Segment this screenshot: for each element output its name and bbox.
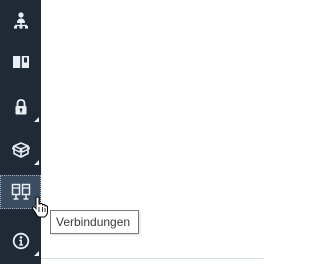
sidebar-item-packages[interactable] xyxy=(0,133,41,167)
content-divider xyxy=(41,258,263,259)
lock-icon xyxy=(15,99,26,115)
package-icon xyxy=(11,142,30,158)
sidebar-item-security[interactable] xyxy=(0,90,41,124)
info-icon xyxy=(12,232,29,250)
sidebar-rail xyxy=(0,0,41,264)
hierarchy-user-icon xyxy=(13,12,28,29)
tooltip: Verbindungen xyxy=(50,210,139,234)
book-icon xyxy=(12,56,29,68)
submenu-indicator xyxy=(34,160,39,165)
sidebar-item-organization[interactable] xyxy=(0,3,41,37)
submenu-indicator xyxy=(34,117,39,122)
connections-icon xyxy=(11,183,30,200)
sidebar-item-info[interactable] xyxy=(0,224,41,258)
hand-pointer-cursor-icon xyxy=(31,196,48,218)
submenu-indicator xyxy=(34,251,39,256)
sidebar-item-documentation[interactable] xyxy=(0,45,41,79)
